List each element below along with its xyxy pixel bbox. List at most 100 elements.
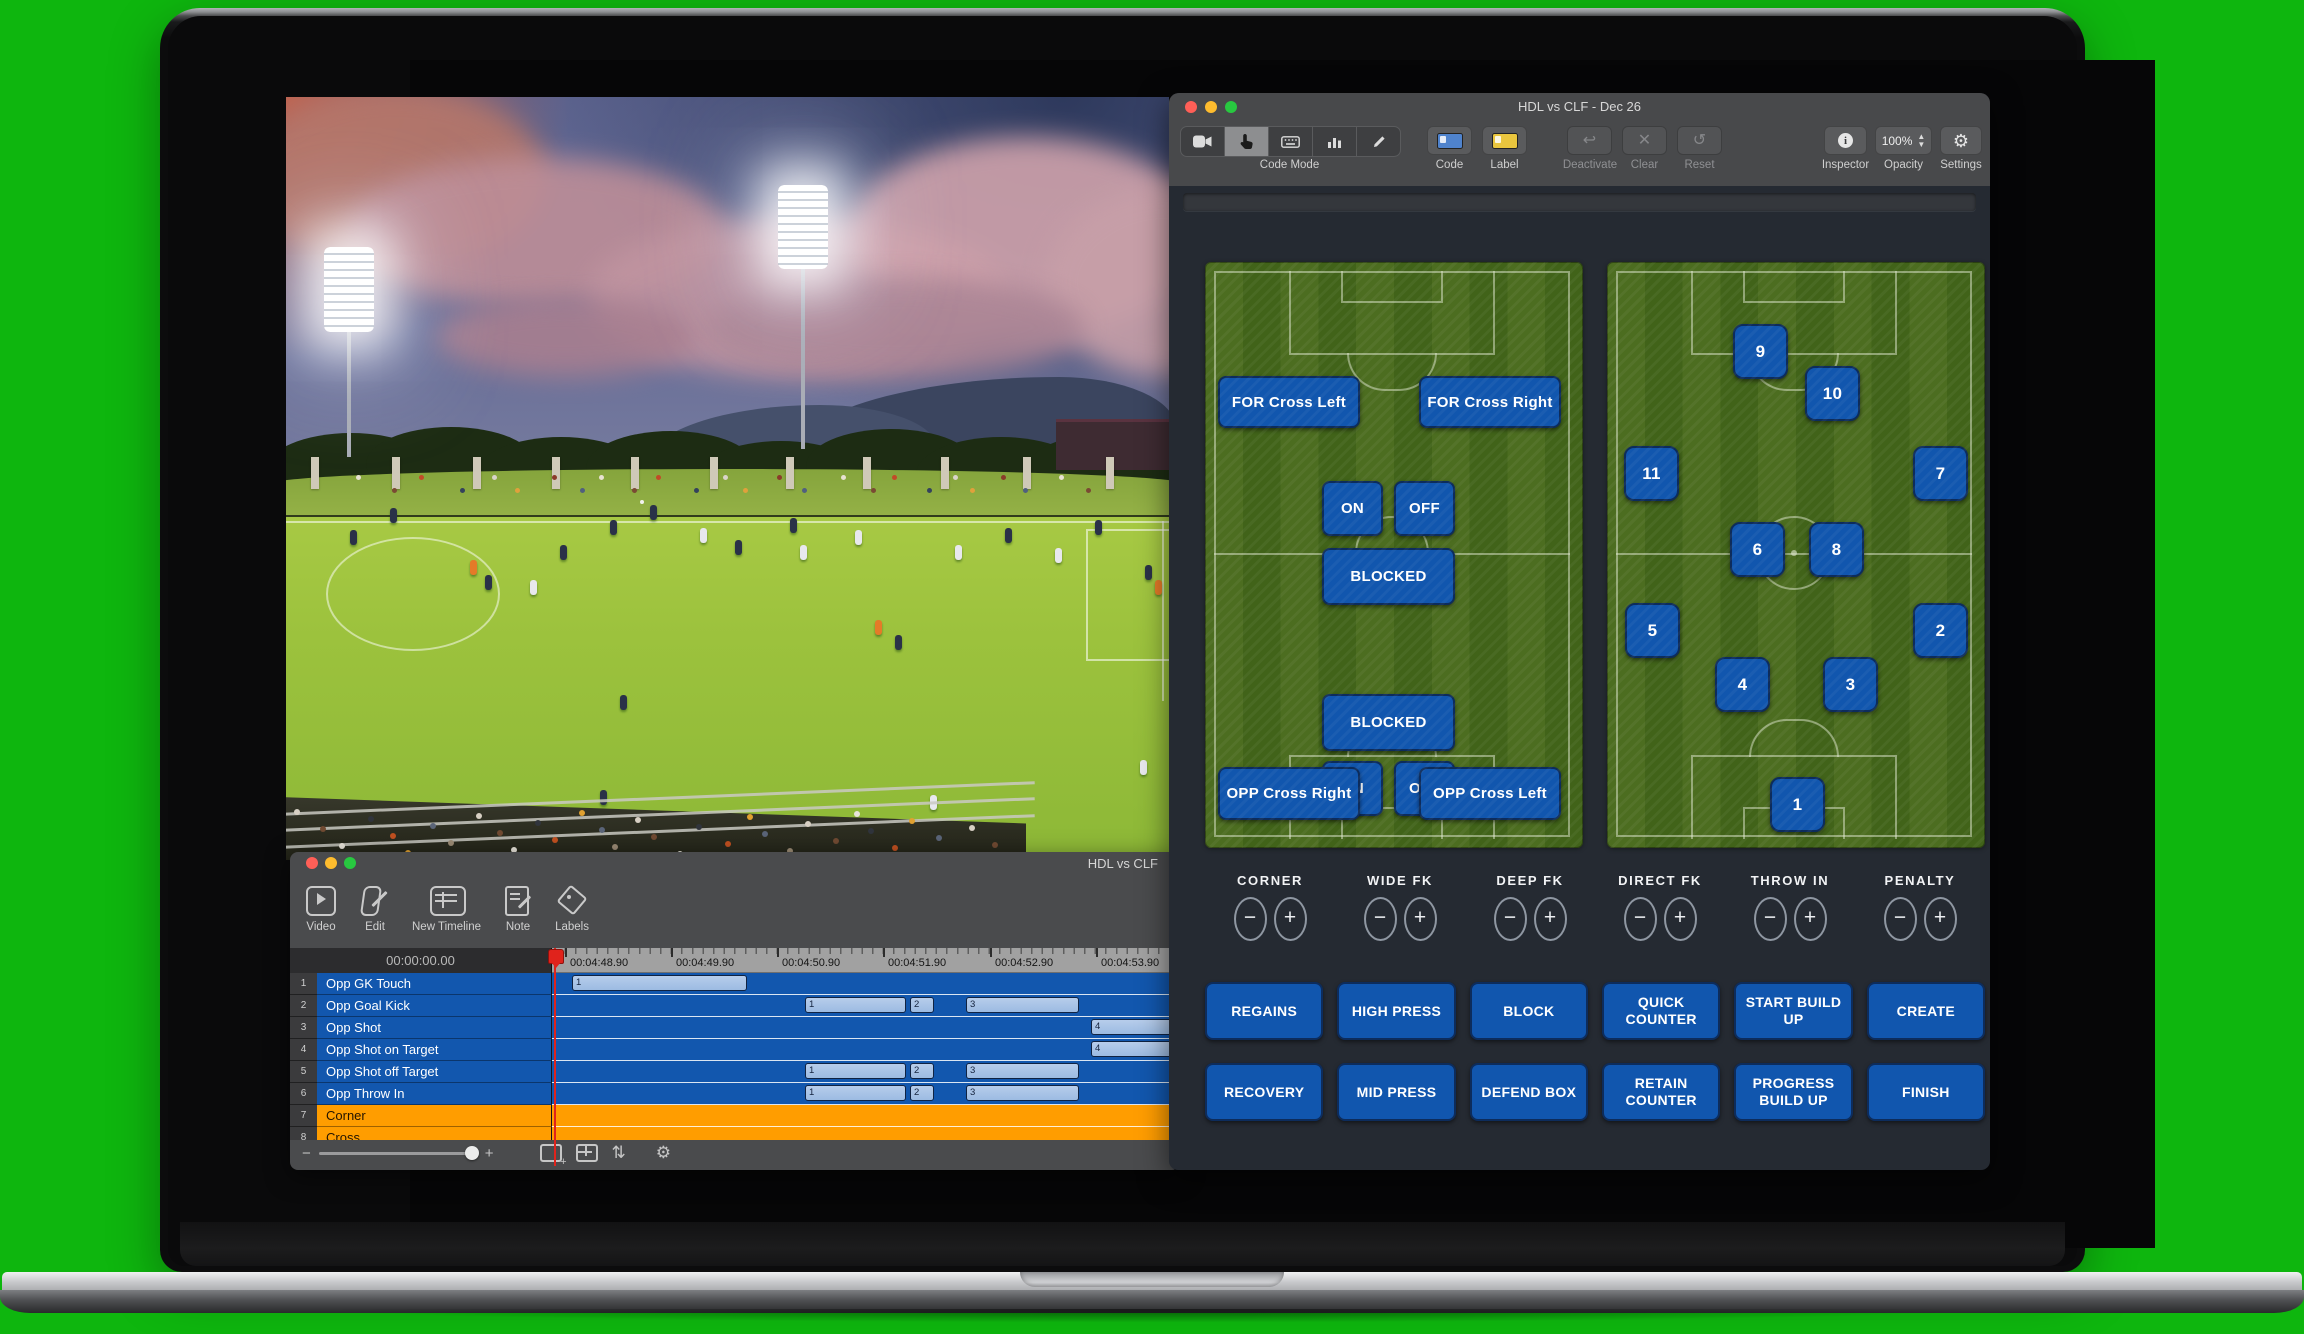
counter-direct-fk-plus[interactable]: + [1664, 897, 1697, 941]
row-label[interactable]: Opp Shot off Target [317, 1061, 552, 1083]
timeline-clip[interactable]: 4 [1091, 1041, 1179, 1057]
player-button-8[interactable]: 8 [1809, 522, 1864, 577]
row-lane[interactable]: 12 3 [552, 995, 1180, 1017]
pitch-button-opp-cross-right-8[interactable]: OPP Cross Right [1218, 767, 1360, 820]
counter-direct-fk-minus[interactable]: − [1624, 897, 1657, 941]
video-camera-icon[interactable] [1181, 127, 1225, 156]
row-label[interactable]: Opp Shot on Target [317, 1039, 552, 1061]
row-label[interactable]: Opp Goal Kick [317, 995, 552, 1017]
pitch-button-blocked-4[interactable]: BLOCKED [1322, 548, 1455, 605]
pitch-button-for-cross-left-0[interactable]: FOR Cross Left [1218, 376, 1360, 428]
row-lane[interactable]: 4 [552, 1039, 1180, 1061]
timeline-clip[interactable]: 1 [572, 975, 747, 991]
keyboard-icon[interactable] [1269, 127, 1313, 156]
timeline-clip[interactable]: 1 [805, 1063, 906, 1079]
timeline-clip[interactable]: 1 [805, 997, 906, 1013]
video-button[interactable]: Video [304, 884, 338, 933]
clear-button[interactable]: ✕ [1622, 126, 1667, 155]
action-button-progress-build-up[interactable]: PROGRESS BUILD UP [1734, 1063, 1852, 1121]
player-button-3[interactable]: 3 [1823, 657, 1878, 712]
row-label[interactable]: Opp GK Touch [317, 973, 552, 995]
action-button-finish[interactable]: FINISH [1867, 1063, 1985, 1121]
pitch-button-blocked-5[interactable]: BLOCKED [1322, 694, 1455, 751]
minimize-button[interactable] [325, 857, 337, 869]
zoom-button[interactable] [344, 857, 356, 869]
label-button[interactable] [1482, 126, 1527, 155]
new-timeline-button[interactable]: New Timeline [412, 884, 481, 933]
row-label[interactable]: Cross [317, 1127, 552, 1140]
row-lane[interactable] [552, 1127, 1180, 1140]
row-label[interactable]: Opp Shot [317, 1017, 552, 1039]
pitch-button-off-7[interactable]: OFF [1394, 761, 1455, 816]
counter-deep-fk-plus[interactable]: + [1534, 897, 1567, 941]
action-button-defend-box[interactable]: DEFEND BOX [1470, 1063, 1588, 1121]
sort-rows-icon[interactable]: ⇅ [612, 1143, 626, 1163]
counter-penalty-plus[interactable]: + [1924, 897, 1957, 941]
timeline-clip[interactable]: 3 [966, 1063, 1079, 1079]
inspector-button[interactable]: i [1824, 126, 1867, 155]
row-lane[interactable]: 4 [552, 1017, 1180, 1039]
action-button-retain-counter[interactable]: RETAIN COUNTER [1602, 1063, 1720, 1121]
timeline-clip[interactable]: 2 [910, 1085, 934, 1101]
counter-throw-in-minus[interactable]: − [1754, 897, 1787, 941]
action-button-mid-press[interactable]: MID PRESS [1337, 1063, 1455, 1121]
zoom-slider[interactable] [319, 1152, 477, 1155]
counter-corner-minus[interactable]: − [1234, 897, 1267, 941]
row-lane[interactable] [552, 1105, 1180, 1127]
row-label[interactable]: Corner [317, 1105, 552, 1127]
settings-button[interactable]: ⚙ [1940, 126, 1982, 155]
player-button-1[interactable]: 1 [1770, 777, 1825, 832]
zoom-in-button[interactable]: + [485, 1145, 494, 1162]
pitch-button-on-2[interactable]: ON [1322, 481, 1383, 536]
counter-wide-fk-plus[interactable]: + [1404, 897, 1437, 941]
hand-pointer-icon[interactable] [1225, 127, 1269, 156]
timeline-clip[interactable]: 3 [966, 997, 1079, 1013]
action-button-block[interactable]: BLOCK [1470, 982, 1588, 1040]
timeline-clip[interactable]: 2 [910, 1063, 934, 1079]
player-button-10[interactable]: 10 [1805, 366, 1860, 421]
action-button-create[interactable]: CREATE [1867, 982, 1985, 1040]
pitch-button-opp-cross-left-9[interactable]: OPP Cross Left [1419, 767, 1561, 820]
action-button-start-build-up[interactable]: START BUILD UP [1734, 982, 1852, 1040]
row-lane[interactable]: 1 [552, 973, 1180, 995]
pitch-button-off-3[interactable]: OFF [1394, 481, 1455, 536]
counter-throw-in-plus[interactable]: + [1794, 897, 1827, 941]
timeline-clip[interactable]: 1 [805, 1085, 906, 1101]
reset-button[interactable]: ↺ [1677, 126, 1722, 155]
bar-chart-icon[interactable] [1313, 127, 1357, 156]
timeline-ruler[interactable]: 00:04:48.9000:04:49.9000:04:50.9000:04:5… [552, 948, 1180, 973]
pitch-button-on-6[interactable]: ON [1322, 761, 1383, 816]
row-lane[interactable]: 12 3 [552, 1083, 1180, 1105]
note-button[interactable]: Note [501, 884, 535, 933]
player-button-5[interactable]: 5 [1625, 603, 1680, 658]
timeline-settings-icon[interactable]: ⚙ [656, 1143, 671, 1163]
deactivate-button[interactable]: ↩ [1567, 126, 1612, 155]
split-view-icon[interactable] [576, 1144, 598, 1162]
player-button-6[interactable]: 6 [1730, 522, 1785, 577]
row-lane[interactable]: 12 3 [552, 1061, 1180, 1083]
player-button-2[interactable]: 2 [1913, 603, 1968, 658]
pitch-button-for-cross-right-1[interactable]: FOR Cross Right [1419, 376, 1561, 428]
code-button[interactable] [1427, 126, 1472, 155]
counter-corner-plus[interactable]: + [1274, 897, 1307, 941]
labels-button[interactable]: Labels [555, 884, 589, 933]
zoom-slider-knob[interactable] [465, 1146, 479, 1160]
action-button-regains[interactable]: REGAINS [1205, 982, 1323, 1040]
timeline-clip[interactable]: 4 [1091, 1019, 1179, 1035]
close-button[interactable] [306, 857, 318, 869]
counter-wide-fk-minus[interactable]: − [1364, 897, 1397, 941]
action-button-recovery[interactable]: RECOVERY [1205, 1063, 1323, 1121]
player-button-4[interactable]: 4 [1715, 657, 1770, 712]
action-button-quick-counter[interactable]: QUICK COUNTER [1602, 982, 1720, 1040]
player-button-9[interactable]: 9 [1733, 324, 1788, 379]
timeline-clip[interactable]: 3 [966, 1085, 1079, 1101]
playhead-handle[interactable] [548, 949, 564, 964]
pencil-icon[interactable] [1357, 127, 1400, 156]
zoom-out-button[interactable]: − [302, 1145, 311, 1162]
row-label[interactable]: Opp Throw In [317, 1083, 552, 1105]
edit-button[interactable]: Edit [358, 884, 392, 933]
player-button-7[interactable]: 7 [1913, 446, 1968, 501]
playhead-line[interactable] [554, 948, 556, 1166]
counter-penalty-minus[interactable]: − [1884, 897, 1917, 941]
timeline-clip[interactable]: 2 [910, 997, 934, 1013]
